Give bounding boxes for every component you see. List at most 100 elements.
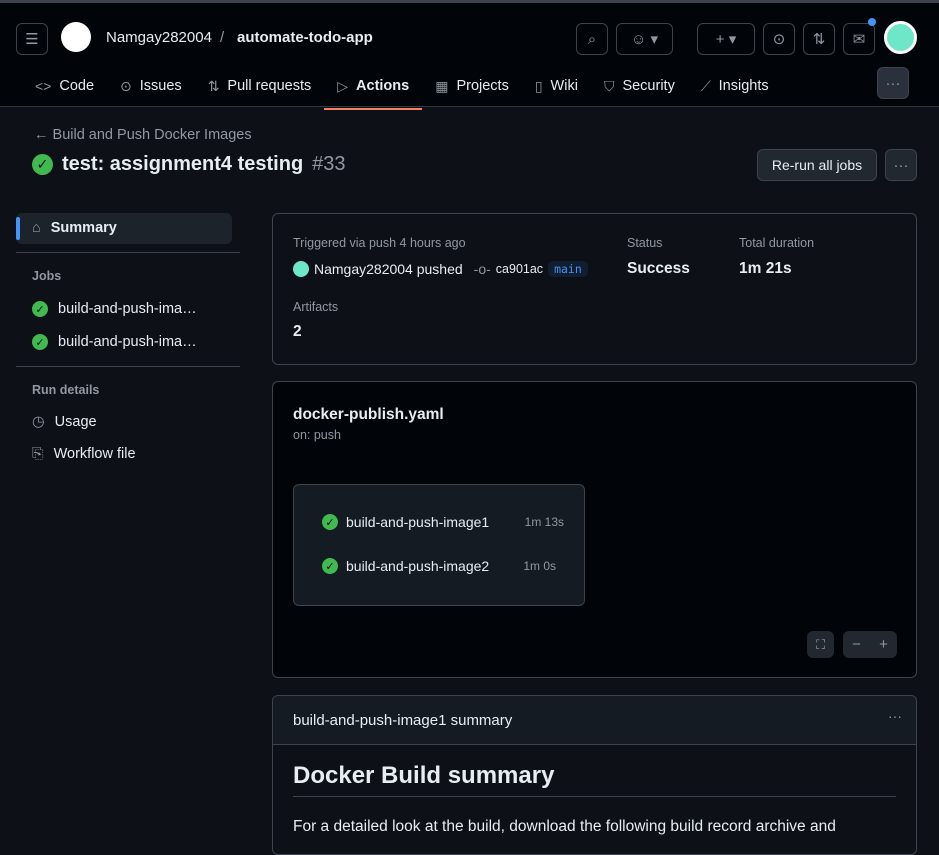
tab-insights[interactable]: ⟋ Insights — [688, 75, 782, 97]
status-label: Status — [627, 236, 663, 250]
commit-link[interactable]: ca901ac — [496, 262, 543, 276]
more-tabs-button[interactable]: ··· — [877, 67, 909, 99]
artifacts-label: Artifacts — [293, 300, 339, 314]
job-duration: 1m 0s — [523, 559, 556, 573]
summary-label: Summary — [50, 220, 117, 236]
run-menu-button[interactable]: ··· — [885, 149, 917, 181]
back-link[interactable]: ← Build and Push Docker Images — [34, 127, 252, 143]
tab-code[interactable]: <> Code — [22, 75, 107, 97]
avatar[interactable] — [884, 21, 917, 54]
success-icon: ✓ — [32, 301, 48, 317]
artifacts-count[interactable]: 2 — [293, 323, 302, 341]
zoom-out-button[interactable]: − — [843, 631, 870, 658]
sidebar-job-1[interactable]: ✓ build-and-push-ima… — [32, 301, 197, 317]
usage-label: Usage — [54, 414, 97, 430]
success-icon: ✓ — [322, 514, 338, 530]
status-value: Success — [627, 260, 690, 277]
fullscreen-button[interactable]: ⛶ — [807, 631, 834, 658]
job-name: build-and-push-image2 — [346, 558, 490, 574]
tab-pull-requests[interactable]: ⇅ Pull requests — [195, 75, 325, 97]
graph-job-1[interactable]: ✓ build-and-push-image1 1m 13s — [322, 514, 564, 530]
summary-heading: Docker Build summary — [293, 762, 896, 797]
notification-dot — [868, 18, 876, 26]
app-header: ☰ Namgay282004 / automate-todo-app ⌕ ☺ ▾… — [0, 0, 939, 110]
actor-text[interactable]: Namgay282004 pushed — [314, 261, 463, 277]
tab-wiki[interactable]: ▯ Wiki — [522, 75, 591, 97]
job-label: build-and-push-ima… — [58, 334, 197, 350]
breadcrumb-separator: / — [220, 29, 225, 46]
workflow-file-link[interactable]: ⎘ Workflow file — [32, 446, 136, 462]
tab-label: Actions — [356, 78, 410, 94]
home-icon: ⌂ — [32, 220, 41, 236]
kebab-icon: ··· — [893, 156, 909, 174]
hamburger-icon: ☰ — [25, 31, 39, 48]
usage-link[interactable]: ◷ Usage — [32, 414, 97, 430]
page-title: ✓ test: assignment4 testing #33 — [32, 153, 346, 176]
tab-label: Issues — [139, 78, 182, 94]
divider — [16, 252, 240, 253]
back-label: Build and Push Docker Images — [52, 127, 252, 143]
avatar — [293, 261, 309, 277]
github-logo-icon[interactable] — [61, 22, 91, 52]
divider — [16, 366, 240, 367]
stopwatch-icon: ◷ — [32, 414, 45, 430]
workflow-file-name[interactable]: docker-publish.yaml — [293, 406, 444, 424]
owner-link[interactable]: Namgay282004 — [106, 29, 212, 46]
zoom-in-button[interactable]: + — [870, 631, 897, 658]
summary-link[interactable]: ⌂ Summary — [32, 220, 117, 236]
job-summary-card: build-and-push-image1 summary ··· Docker… — [272, 695, 917, 855]
pull-requests-button[interactable]: ⇅ — [803, 23, 835, 55]
push-info: Namgay282004 pushed -o- ca901ac main — [293, 261, 588, 277]
job-label: build-and-push-ima… — [58, 301, 197, 317]
success-icon: ✓ — [322, 558, 338, 574]
graph-icon: ⟋ — [700, 77, 711, 94]
active-indicator — [16, 217, 20, 240]
job-name: build-and-push-image1 — [346, 514, 490, 530]
repo-link[interactable]: automate-todo-app — [237, 29, 373, 46]
pull-request-icon: ⇅ — [207, 77, 220, 94]
job-summary-title: build-and-push-image1 summary — [293, 712, 513, 729]
copilot-button[interactable]: ☺ ▾ — [616, 23, 673, 55]
tab-label: Insights — [718, 78, 769, 94]
repo-tabs: <> Code ⊙ Issues ⇅ Pull requests ▷ Actions ▦… — [22, 75, 782, 110]
tab-label: Code — [59, 78, 95, 94]
issue-icon: ⊙ — [772, 31, 786, 48]
table-icon: ▦ — [435, 77, 449, 94]
kebab-icon: ··· — [885, 74, 901, 92]
job-summary-menu-button[interactable]: ··· — [888, 708, 902, 724]
create-new-button[interactable]: + ▾ — [697, 23, 755, 55]
minus-icon: − — [852, 636, 861, 653]
run-summary-card: Triggered via push 4 hours ago Namgay282… — [272, 213, 917, 365]
tab-actions[interactable]: ▷ Actions — [324, 75, 423, 110]
inbox-button[interactable]: ✉ — [843, 23, 875, 55]
workflow-graph-card: docker-publish.yaml on: push ✓ build-and-… — [272, 381, 917, 678]
sidebar-job-2[interactable]: ✓ build-and-push-ima… — [32, 334, 197, 350]
tab-label: Wiki — [550, 78, 578, 94]
tab-label: Projects — [456, 78, 509, 94]
workflow-trigger: on: push — [293, 428, 341, 442]
jobs-heading: Jobs — [32, 269, 62, 283]
search-button[interactable]: ⌕ — [576, 23, 608, 55]
tab-label: Security — [622, 78, 675, 94]
rerun-all-jobs-button[interactable]: Re-run all jobs — [757, 149, 877, 181]
tab-security[interactable]: ⛉ Security — [591, 75, 688, 97]
tab-label: Pull requests — [227, 78, 312, 94]
menu-button[interactable]: ☰ — [16, 23, 48, 55]
copilot-icon: ☺ ▾ — [630, 31, 658, 48]
search-icon: ⌕ — [587, 30, 597, 48]
success-icon: ✓ — [32, 334, 48, 350]
duration-label: Total duration — [739, 236, 815, 250]
tab-issues[interactable]: ⊙ Issues — [107, 75, 195, 97]
success-icon: ✓ — [32, 154, 53, 175]
job-group: ✓ build-and-push-image1 1m 13s ✓ build-and-… — [293, 484, 585, 606]
workflow-file-label: Workflow file — [53, 446, 136, 462]
issues-button[interactable]: ⊙ — [763, 23, 795, 55]
duration-value: 1m 21s — [739, 260, 792, 277]
commit-icon: -o- — [473, 261, 491, 277]
graph-job-2[interactable]: ✓ build-and-push-image2 1m 0s — [322, 558, 556, 574]
tab-projects[interactable]: ▦ Projects — [422, 75, 522, 97]
trigger-text: Triggered via push 4 hours ago — [293, 236, 466, 250]
branch-badge[interactable]: main — [548, 261, 588, 277]
run-details-heading: Run details — [32, 383, 100, 397]
kebab-icon: ··· — [888, 708, 902, 724]
